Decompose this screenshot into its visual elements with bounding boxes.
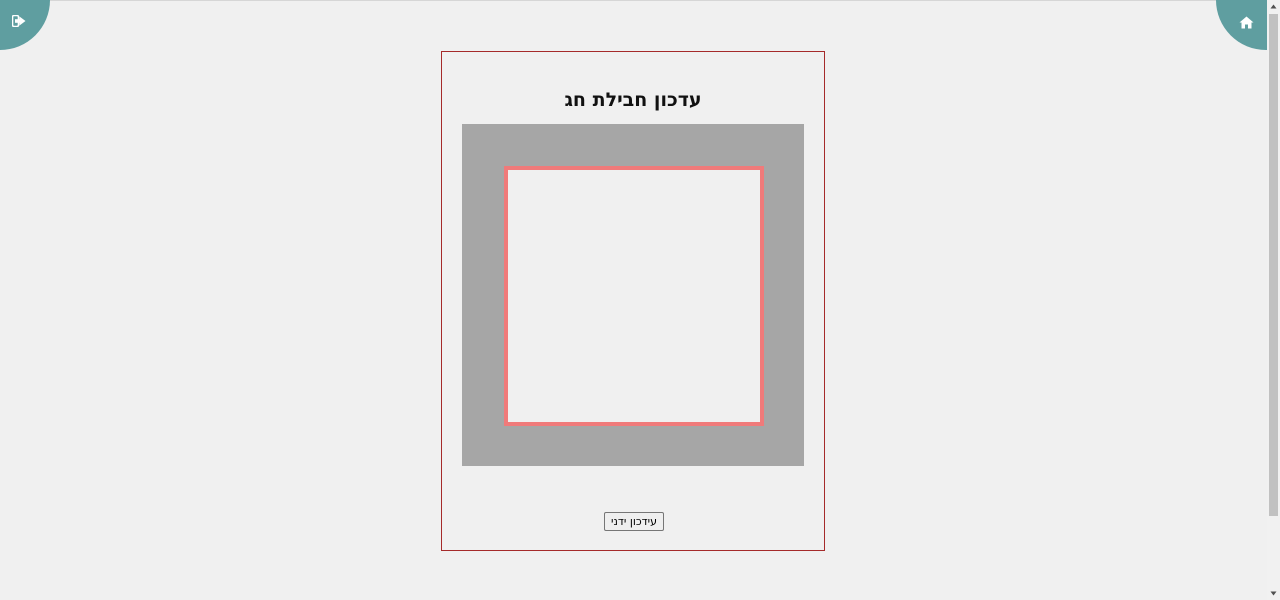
chevron-up-icon bbox=[1270, 4, 1277, 9]
scrollbar-thumb[interactable] bbox=[1269, 14, 1278, 516]
barcode-scanner-viewport bbox=[462, 124, 804, 466]
sign-out-icon bbox=[12, 15, 26, 27]
vertical-scrollbar[interactable] bbox=[1267, 0, 1280, 600]
scroll-up-button[interactable] bbox=[1267, 0, 1280, 13]
scroll-down-button[interactable] bbox=[1267, 587, 1280, 600]
logout-button[interactable] bbox=[0, 0, 50, 50]
page-title: עדכון חבילת חג bbox=[564, 89, 702, 111]
update-holiday-package-card: עדכון חבילת חג עידכון ידני bbox=[441, 51, 825, 551]
scan-target-region bbox=[504, 166, 764, 426]
top-divider bbox=[0, 0, 1267, 1]
chevron-down-icon bbox=[1270, 591, 1277, 596]
home-icon bbox=[1239, 16, 1254, 29]
manual-update-button[interactable]: עידכון ידני bbox=[604, 512, 664, 531]
